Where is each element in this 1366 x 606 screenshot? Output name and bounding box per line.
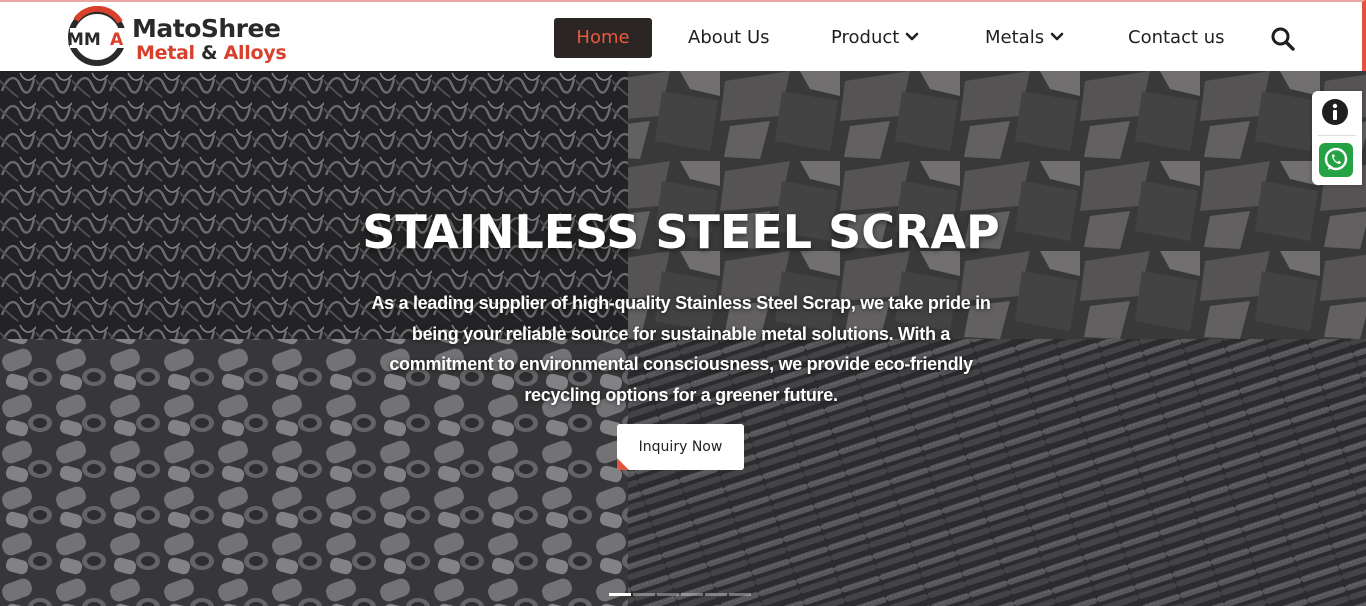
chevron-down-icon [1050, 32, 1064, 40]
nav-contact-us[interactable]: Contact us [1128, 18, 1225, 58]
floating-contact-widget [1312, 91, 1362, 185]
slider-dot[interactable] [681, 593, 703, 596]
brand-tagline-amp: & [201, 42, 218, 64]
nav-home[interactable]: Home [554, 18, 652, 58]
button-accent-corner [617, 458, 629, 470]
brand-tagline-metal: Metal [136, 42, 195, 64]
nav-product-label: Product [831, 27, 900, 48]
brand-tagline: Metal & Alloys [136, 42, 287, 64]
info-icon[interactable] [1321, 98, 1349, 126]
logo-mark: MM A [67, 6, 130, 66]
nav-metals-label: Metals [985, 27, 1045, 48]
nav-metals[interactable]: Metals [985, 18, 1064, 58]
slider-dot[interactable] [633, 593, 655, 596]
site-header: MM A MatoShree Metal & Alloys Home About… [0, 0, 1366, 71]
slider-dot[interactable] [729, 593, 751, 596]
chevron-down-icon [906, 32, 919, 40]
slider-dot[interactable] [609, 593, 631, 596]
nav-about-us[interactable]: About Us [688, 18, 770, 58]
svg-text:A: A [110, 30, 124, 50]
inquiry-now-button[interactable]: Inquiry Now [617, 424, 744, 470]
brand-name: MatoShree [132, 14, 281, 43]
svg-text:MM: MM [67, 30, 101, 50]
hero-title: STAINLESS STEEL SCRAP [362, 205, 1000, 259]
slider-dot[interactable] [657, 593, 679, 596]
whatsapp-icon[interactable] [1319, 143, 1353, 177]
hero-slider: STAINLESS STEEL SCRAP As a leading suppl… [0, 71, 1366, 606]
slider-dot[interactable] [705, 593, 727, 596]
search-icon[interactable] [1270, 26, 1296, 52]
brand-tagline-alloys: Alloys [223, 42, 287, 64]
widget-divider [1318, 135, 1356, 136]
brand-logo[interactable]: MM A MatoShree Metal & Alloys [66, 6, 306, 68]
hero-description: As a leading supplier of high-quality St… [371, 293, 991, 405]
inquiry-now-label: Inquiry Now [638, 439, 723, 455]
nav-product[interactable]: Product [831, 18, 919, 58]
